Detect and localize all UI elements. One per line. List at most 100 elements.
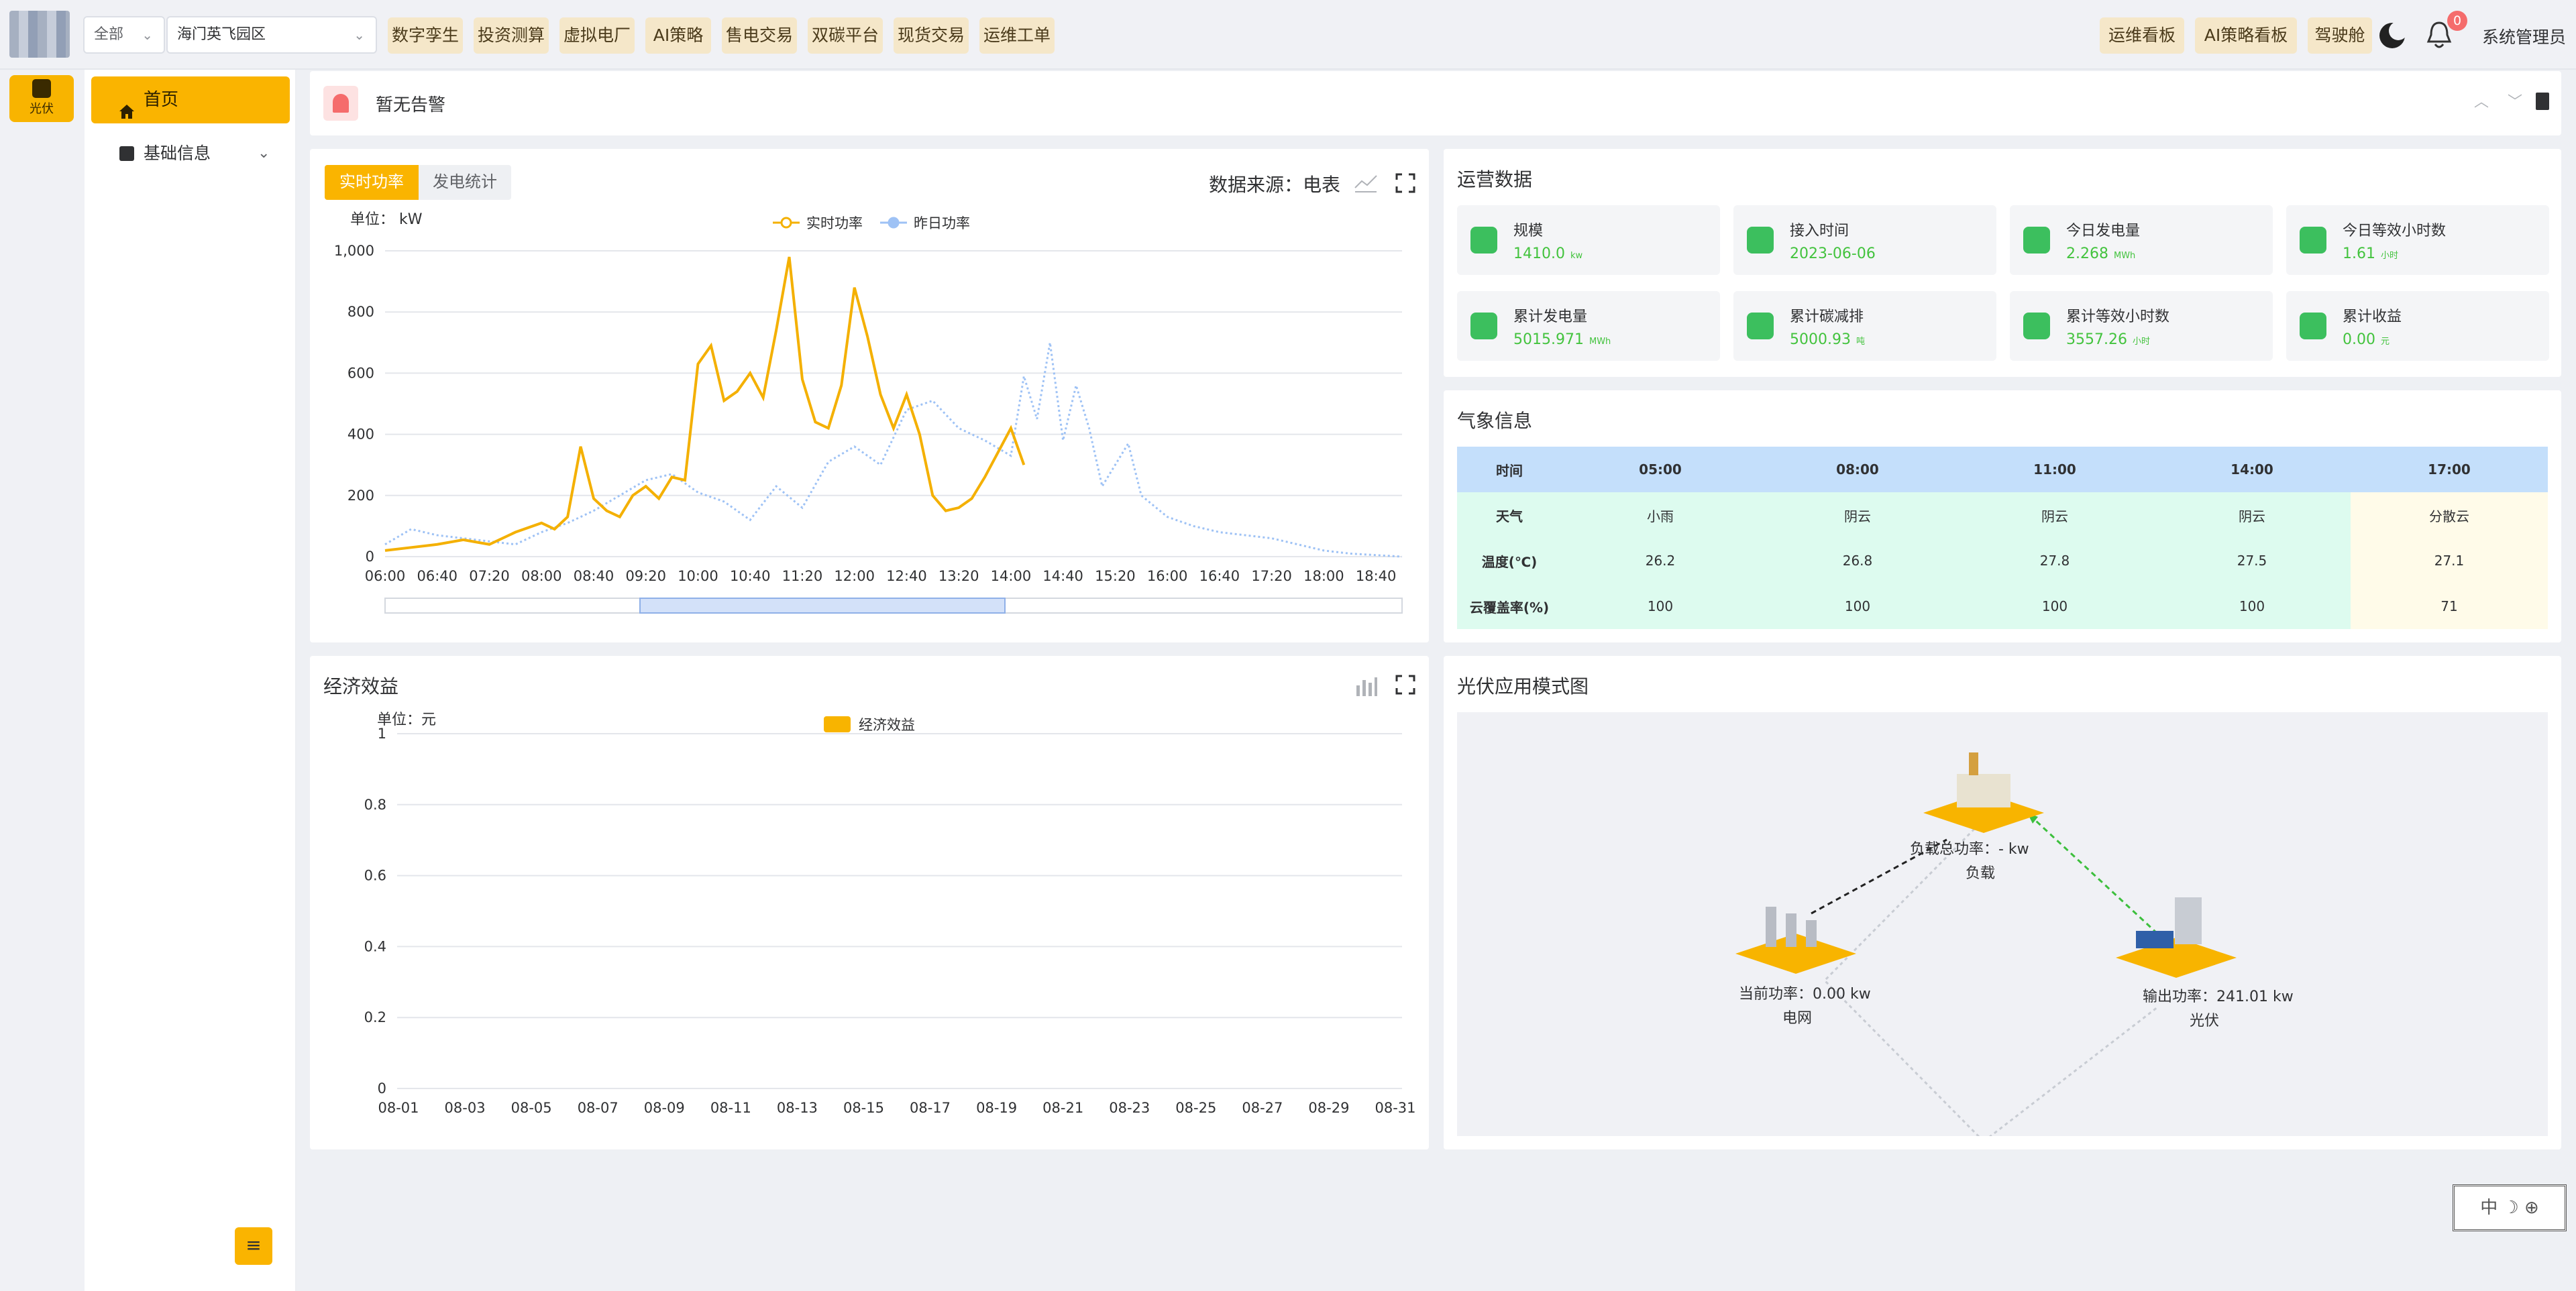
x-tick-label: 08-25 [1175, 1100, 1216, 1116]
stat-icon [2023, 227, 2050, 254]
x-tick-label: 08-21 [1042, 1100, 1083, 1116]
ops-card: 运营数据 规模 1410.0 kw 接入时间 2023-06-06 今日发电量 2.268 M… [1444, 149, 2561, 377]
stat-icon [1470, 227, 1497, 254]
weather-header-cell: 11:00 [1956, 447, 2153, 492]
park-select[interactable]: 海门英飞园区 ⌄ [166, 16, 377, 54]
x-tick-label: 12:00 [834, 568, 875, 584]
stat-label: 累计收益 [2343, 308, 2402, 325]
chevron-down-icon: ⌄ [354, 27, 365, 43]
y-tick-label: 200 [347, 488, 374, 504]
nav-1[interactable]: 投资测算 [474, 17, 549, 54]
x-tick-label: 08:40 [574, 568, 614, 584]
x-tick-label: 08-29 [1308, 1100, 1349, 1116]
y-tick-label: 0 [378, 1080, 386, 1097]
menu-item-home-label: 首页 [144, 90, 179, 110]
tab-generation-stats[interactable]: 发电统计 [419, 165, 511, 200]
dark-mode-icon[interactable] [2379, 21, 2408, 48]
grid-label: 电网 [1782, 1010, 1813, 1027]
stat-icon [2300, 313, 2326, 339]
menu-item-basic[interactable]: 基础信息 ⌄ [91, 130, 290, 177]
stat-icon [2300, 227, 2326, 254]
x-tick-label: 08-19 [976, 1100, 1017, 1116]
right-nav-2[interactable]: 驾驶舱 [2308, 17, 2372, 54]
weather-cell: 温度(℃) [1457, 538, 1562, 583]
nav-3[interactable]: AI策略 [645, 17, 711, 54]
menu-item-home[interactable]: 首页 [91, 76, 290, 123]
legend-item[interactable]: 经济效益 [824, 716, 915, 733]
series-line [384, 256, 1026, 552]
x-tick-label: 14:40 [1042, 568, 1083, 584]
chevron-down-icon: ⌄ [258, 145, 270, 162]
fullscreen-icon[interactable] [1395, 173, 1415, 193]
park-select-value: 海门英飞园区 [177, 26, 266, 43]
zoom-window[interactable] [639, 598, 1006, 614]
scope-select-value: 全部 [94, 26, 124, 43]
nav-5[interactable]: 双碳平台 [808, 17, 883, 54]
tab-realtime[interactable]: 实时功率 [325, 165, 419, 200]
econ-chart[interactable]: 单位：元00.20.40.60.8108-01 08-03 08-05 08-07 08… [310, 710, 1429, 1139]
nav-4[interactable]: 售电交易 [722, 17, 797, 54]
y-tick-label: 0.2 [364, 1009, 386, 1025]
nav-7[interactable]: 运维工单 [979, 17, 1055, 54]
menu-item-basic-label: 基础信息 [144, 144, 211, 163]
bar-chart-icon[interactable] [1354, 675, 1378, 697]
nav-6[interactable]: 现货交易 [894, 17, 969, 54]
scope-select[interactable]: 全部 ⌄ [83, 16, 165, 54]
x-tick-label: 08-15 [843, 1100, 884, 1116]
pv-icon [32, 79, 51, 98]
ops-title: 运营数据 [1457, 168, 1533, 190]
stat-6: 累计等效小时数 3557.26 小时 [2010, 291, 2273, 361]
stat-icon [2023, 313, 2050, 339]
weather-cell: 100 [2153, 583, 2351, 629]
weather-cell: 100 [1956, 583, 2153, 629]
weather-cell: 100 [1562, 583, 1759, 629]
x-tick-label: 08-03 [445, 1100, 486, 1116]
x-tick-label: 10:40 [730, 568, 771, 584]
pv-label: 光伏 [2190, 1013, 2220, 1029]
pv-module-button[interactable]: 光伏 [9, 75, 74, 122]
chevron-up-icon[interactable]: ︿ [2474, 90, 2489, 111]
data-source: 数据来源：电表 [1209, 170, 1340, 197]
x-tick-label: 18:00 [1303, 568, 1344, 584]
stat-1: 接入时间 2023-06-06 [1733, 205, 1996, 275]
x-tick-label: 14:00 [991, 568, 1032, 584]
stat-icon [1747, 227, 1774, 254]
right-nav-0[interactable]: 运维看板 [2100, 17, 2184, 54]
stat-7: 累计收益 0.00 元 [2286, 291, 2549, 361]
y-tick-label: 600 [347, 365, 374, 381]
x-tick-label: 08-11 [710, 1100, 751, 1116]
x-tick-label: 08-27 [1242, 1100, 1283, 1116]
clipboard-icon[interactable] [2536, 93, 2549, 110]
chevron-down-icon[interactable]: ﹀ [2508, 90, 2522, 111]
weather-cell: 天气 [1457, 492, 1562, 538]
weather-cell: 云覆盖率(%) [1457, 583, 1562, 629]
unit-label: 单位： kW [350, 211, 423, 228]
x-tick-label: 08-09 [644, 1100, 685, 1116]
y-tick-label: 0 [366, 549, 374, 565]
x-tick-label: 08-07 [578, 1100, 619, 1116]
legend-item[interactable]: 实时功率 [773, 215, 863, 231]
power-chart[interactable]: 单位： kW 0 200 400 600 800 1,000 06:00 06:40 07:20 0… [310, 209, 1429, 638]
settings-icon [119, 146, 134, 161]
weather-title: 气象信息 [1457, 410, 1533, 432]
stat-2: 今日发电量 2.268 MWh [2010, 205, 2273, 275]
right-nav-1[interactable]: AI策略看板 [2195, 17, 2297, 54]
line-chart-icon[interactable] [1354, 173, 1378, 193]
nav-2[interactable]: 虚拟电厂 [559, 17, 635, 54]
stat-value: 2.268 MWh [2066, 245, 2136, 262]
user-name[interactable]: 系统管理员 [2482, 24, 2566, 48]
stat-3: 今日等效小时数 1.61 小时 [2286, 205, 2549, 275]
nav-0[interactable]: 数字孪生 [388, 17, 463, 54]
svg-text:经济效益: 经济效益 [859, 717, 915, 733]
x-tick-label: 09:20 [625, 568, 666, 584]
y-tick-label: 1 [378, 726, 386, 742]
legend-item[interactable]: 昨日功率 [880, 215, 970, 231]
stat-label: 累计发电量 [1513, 308, 1588, 325]
language-badge[interactable]: 中 ☽ ⊕ [2453, 1184, 2567, 1231]
fullscreen-icon[interactable] [1395, 675, 1415, 695]
pv-mode-title: 光伏应用模式图 [1457, 675, 1589, 697]
grid-power: 当前功率：0.00 kw [1739, 986, 1871, 1003]
alarm-text: 暂无告警 [376, 95, 446, 115]
x-tick-label: 16:40 [1199, 568, 1240, 584]
collapse-menu-button[interactable]: ≡ [235, 1227, 272, 1265]
